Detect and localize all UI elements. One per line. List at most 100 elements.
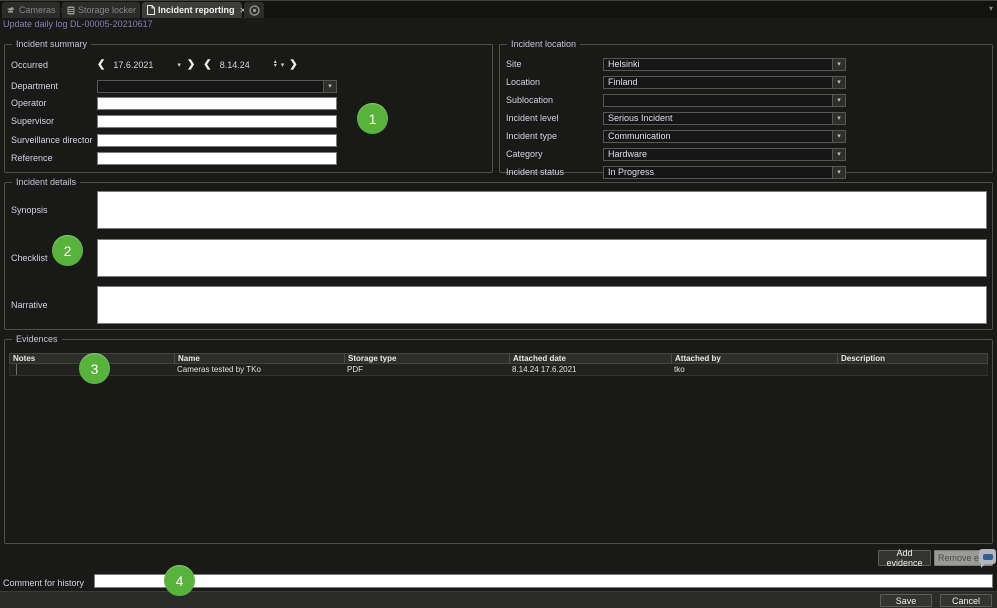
- callout-pill: [983, 554, 993, 560]
- dropdown-caret-button[interactable]: ▾: [832, 131, 845, 142]
- column-header-storage-type[interactable]: Storage type: [344, 353, 509, 364]
- annotation-marker-1: 1: [357, 103, 388, 134]
- chevron-down-icon: ▾: [837, 115, 841, 122]
- narrative-label: Narrative: [11, 300, 48, 310]
- occurred-datetime-control: ❮ 17.6.2021 ▾ ❯ ❮ 8.14.24 ▴ ▾ ▾ ❯: [97, 60, 298, 70]
- chevron-down-icon: ▾: [837, 61, 841, 68]
- category-value: Hardware: [604, 149, 832, 159]
- save-button[interactable]: Save: [880, 594, 932, 607]
- incident-summary-group: Incident summary Occurred ❮ 17.6.2021 ▾ …: [4, 44, 493, 173]
- department-dropdown[interactable]: ▾: [97, 80, 337, 93]
- site-label: Site: [506, 59, 603, 69]
- group-title: Incident location: [507, 39, 580, 49]
- incident-type-value: Communication: [604, 131, 832, 141]
- incident-location-group: Incident location Site Helsinki ▾ Locati…: [499, 44, 993, 173]
- annotation-marker-3: 3: [79, 353, 110, 384]
- column-header-attached-by[interactable]: Attached by: [671, 353, 837, 364]
- tab-incident-reporting[interactable]: Incident reporting ✕: [142, 2, 242, 18]
- dropdown-caret-button[interactable]: ▾: [832, 59, 845, 70]
- checklist-textarea[interactable]: [97, 239, 987, 277]
- evidence-table-row[interactable]: Cameras tested by TKo PDF 8.14.24 17.6.2…: [9, 364, 988, 376]
- chevron-down-icon: ▾: [837, 151, 841, 158]
- row-selector[interactable]: [10, 364, 17, 375]
- cell-attached-date: 8.14.24 17.6.2021: [509, 364, 671, 376]
- dropdown-caret-button[interactable]: ▾: [832, 167, 845, 178]
- incident-level-dropdown[interactable]: Serious Incident ▾: [603, 112, 846, 125]
- cell-description: [837, 364, 987, 376]
- chevron-down-icon: ▾: [837, 169, 841, 176]
- time-next-icon[interactable]: ❯: [289, 60, 297, 70]
- chevron-down-icon: ▾: [328, 83, 332, 90]
- dropdown-caret-button[interactable]: ▾: [832, 77, 845, 88]
- reference-label: Reference: [11, 153, 97, 163]
- sublocation-dropdown[interactable]: ▾: [603, 94, 846, 107]
- date-prev-icon[interactable]: ❮: [97, 60, 105, 70]
- tab-label: Incident reporting: [158, 5, 235, 15]
- incident-status-label: Incident status: [506, 167, 603, 177]
- dropdown-caret-button[interactable]: ▾: [832, 149, 845, 160]
- category-label: Category: [506, 149, 603, 159]
- dropdown-caret-button[interactable]: ▾: [832, 113, 845, 124]
- document-icon: [147, 5, 155, 15]
- sublocation-label: Sublocation: [506, 95, 603, 105]
- dropdown-caret-button[interactable]: ▾: [832, 95, 845, 106]
- time-prev-icon[interactable]: ❮: [203, 60, 211, 70]
- date-dropdown-icon[interactable]: ▾: [177, 62, 181, 69]
- add-evidence-button[interactable]: Add evidence: [878, 550, 931, 566]
- column-header-name[interactable]: Name: [174, 353, 344, 364]
- tab-label: Cameras: [19, 5, 56, 15]
- synopsis-textarea[interactable]: [97, 191, 987, 229]
- spinner-down-icon[interactable]: ▾: [274, 65, 277, 69]
- incident-type-label: Incident type: [506, 131, 603, 141]
- incident-status-dropdown[interactable]: In Progress ▾: [603, 166, 846, 179]
- site-dropdown[interactable]: Helsinki ▾: [603, 58, 846, 71]
- evidences-table-header: Notes Name Storage type Attached date At…: [9, 353, 988, 364]
- supervisor-label: Supervisor: [11, 116, 97, 126]
- tab-storage-locker[interactable]: Storage locker ✕: [62, 2, 140, 18]
- checklist-label: Checklist: [11, 253, 48, 263]
- time-dropdown-icon[interactable]: ▾: [281, 62, 285, 69]
- comment-callout-icon[interactable]: [979, 549, 996, 564]
- chevron-down-icon: ▾: [837, 79, 841, 86]
- breadcrumb: Update daily log DL-00005-20210617: [3, 19, 153, 29]
- date-next-icon[interactable]: ❯: [187, 60, 195, 70]
- comment-for-history-input[interactable]: [94, 574, 993, 588]
- operator-input[interactable]: [97, 97, 337, 110]
- incident-level-value: Serious Incident: [604, 113, 832, 123]
- reference-input[interactable]: [97, 152, 337, 165]
- column-header-attached-date[interactable]: Attached date: [509, 353, 671, 364]
- time-spinner[interactable]: ▴ ▾: [274, 61, 277, 68]
- tab-overflow-icon[interactable]: ▾: [989, 4, 993, 13]
- occurred-label: Occurred: [11, 60, 97, 70]
- group-title: Incident summary: [12, 39, 91, 49]
- supervisor-input[interactable]: [97, 115, 337, 128]
- narrative-textarea[interactable]: [97, 286, 987, 324]
- cancel-button[interactable]: Cancel: [940, 594, 992, 607]
- evidences-group: Evidences Notes Name Storage type Attach…: [4, 339, 993, 544]
- camera-icon: [7, 6, 16, 14]
- category-dropdown[interactable]: Hardware ▾: [603, 148, 846, 161]
- tab-cameras[interactable]: Cameras ✕: [2, 2, 60, 18]
- annotation-marker-4: 4: [164, 565, 195, 596]
- tab-label: Storage locker: [78, 5, 136, 15]
- location-label: Location: [506, 77, 603, 87]
- occurred-date[interactable]: 17.6.2021: [105, 60, 177, 70]
- incident-type-dropdown[interactable]: Communication ▾: [603, 130, 846, 143]
- column-header-description[interactable]: Description: [837, 353, 987, 364]
- location-dropdown[interactable]: Finland ▾: [603, 76, 846, 89]
- chevron-down-icon: ▾: [837, 97, 841, 104]
- occurred-time[interactable]: 8.14.24: [212, 60, 274, 70]
- surveillance-director-label: Surveillance director: [11, 135, 97, 145]
- annotation-marker-2: 2: [52, 235, 83, 266]
- operator-label: Operator: [11, 98, 97, 108]
- cell-name: Cameras tested by TKo: [174, 364, 344, 376]
- evidences-table: Notes Name Storage type Attached date At…: [9, 353, 988, 376]
- comment-for-history-label: Comment for history: [3, 578, 84, 588]
- storage-icon: [67, 6, 75, 15]
- tab-new[interactable]: [244, 2, 264, 18]
- group-title: Evidences: [12, 334, 62, 344]
- incident-status-value: In Progress: [604, 167, 832, 177]
- surveillance-director-input[interactable]: [97, 134, 337, 147]
- dropdown-caret-button[interactable]: ▾: [323, 81, 336, 92]
- circle-tab-icon: [249, 5, 260, 16]
